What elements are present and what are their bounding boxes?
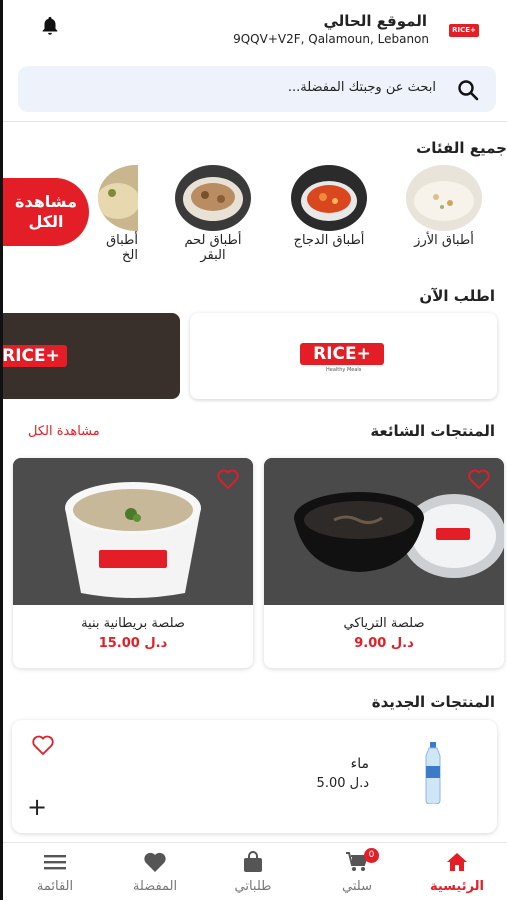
product-price: 9.00 د.ل bbox=[354, 636, 414, 651]
product-card-brown-sauce[interactable]: صلصة بريطانية بنية 15.00 د.ل bbox=[13, 458, 253, 668]
category-label: أطباق الخ bbox=[106, 233, 138, 263]
product-name: ماء bbox=[350, 756, 369, 772]
promo-banner-light[interactable]: RICE+ Healthy Meals bbox=[190, 313, 497, 399]
location-address[interactable]: 9QQV+V2F, Qalamoun, Lebanon bbox=[233, 32, 429, 46]
popular-see-all-link[interactable]: مشاهدة الكل bbox=[28, 424, 100, 439]
nav-label: طلباتي bbox=[234, 879, 272, 894]
location-title[interactable]: الموقع الحالي bbox=[323, 12, 427, 30]
search-input[interactable]: ابحث عن وجبتك المفضلة... bbox=[288, 80, 436, 95]
new-products-title: المنتجات الجديدة bbox=[371, 693, 495, 711]
nav-home[interactable]: الرئيسية bbox=[407, 851, 507, 894]
favorite-heart-icon[interactable] bbox=[30, 734, 56, 756]
nav-label: المفضلة bbox=[132, 879, 178, 894]
banner-logo: RICE+ bbox=[3, 345, 67, 367]
search-icon[interactable] bbox=[456, 78, 480, 102]
heart-icon bbox=[144, 852, 166, 872]
category-rice[interactable]: أطباق الأرز bbox=[401, 165, 487, 248]
search-bar[interactable]: ابحث عن وجبتك المفضلة... bbox=[18, 66, 496, 112]
brand-logo: RICE+ bbox=[449, 24, 479, 37]
category-image bbox=[175, 165, 251, 231]
favorite-heart-icon[interactable] bbox=[215, 468, 241, 490]
category-label: أطباق الأرز bbox=[414, 233, 474, 248]
category-image bbox=[98, 165, 138, 231]
category-image bbox=[406, 165, 482, 231]
categories-title: جميع الفئات bbox=[416, 139, 507, 157]
screen-edge bbox=[0, 0, 3, 900]
new-product-water[interactable]: ماء 5.00 د.ل + bbox=[12, 720, 497, 833]
product-price: 15.00 د.ل bbox=[98, 636, 168, 651]
category-other[interactable]: أطباق الخ bbox=[98, 165, 138, 263]
menu-icon bbox=[44, 855, 66, 870]
bottom-navigation: الرئيسية 0 سلتي طلباتي المفضلة القائمة bbox=[3, 842, 507, 901]
nav-favorites[interactable]: المفضلة bbox=[105, 851, 205, 894]
nav-label: القائمة bbox=[36, 879, 74, 894]
home-icon bbox=[447, 853, 467, 871]
nav-orders[interactable]: طلباتي bbox=[203, 851, 303, 894]
order-now-title: اطلب الآن bbox=[419, 287, 495, 305]
banner-logo: RICE+ bbox=[300, 343, 384, 365]
header-divider bbox=[3, 121, 507, 122]
nav-label: سلتي bbox=[342, 879, 372, 894]
bell-icon[interactable] bbox=[39, 14, 61, 38]
category-beef[interactable]: أطباق لحم البقر bbox=[170, 165, 256, 263]
favorite-heart-icon[interactable] bbox=[466, 468, 492, 490]
app-header: RICE+ الموقع الحالي 9QQV+V2F, Qalamoun, … bbox=[3, 0, 507, 58]
product-name: صلصة الترياكي bbox=[343, 616, 425, 631]
nav-menu[interactable]: القائمة bbox=[5, 851, 105, 894]
popular-title: المنتجات الشائعة bbox=[370, 422, 495, 440]
product-name: صلصة بريطانية بنية bbox=[81, 616, 185, 631]
product-price: 5.00 د.ل bbox=[316, 776, 369, 791]
category-label: أطباق لحم البقر bbox=[184, 233, 242, 263]
cart-count-badge: 0 bbox=[364, 848, 379, 863]
product-card-teriyaki[interactable]: صلصة الترياكي 9.00 د.ل bbox=[264, 458, 504, 668]
bag-icon bbox=[244, 851, 262, 872]
categories-see-all-button[interactable]: مشاهدة الكل bbox=[3, 178, 89, 246]
category-label: أطباق الدجاج bbox=[293, 233, 365, 248]
category-chicken[interactable]: أطباق الدجاج bbox=[286, 165, 372, 248]
nav-cart[interactable]: 0 سلتي bbox=[307, 848, 407, 894]
promo-banner-dark[interactable]: RICE+ bbox=[3, 313, 180, 399]
product-image bbox=[425, 742, 441, 804]
category-image bbox=[291, 165, 367, 231]
banner-tagline: Healthy Meals bbox=[326, 367, 362, 373]
nav-label: الرئيسية bbox=[429, 879, 485, 894]
add-to-cart-button[interactable]: + bbox=[26, 795, 48, 819]
